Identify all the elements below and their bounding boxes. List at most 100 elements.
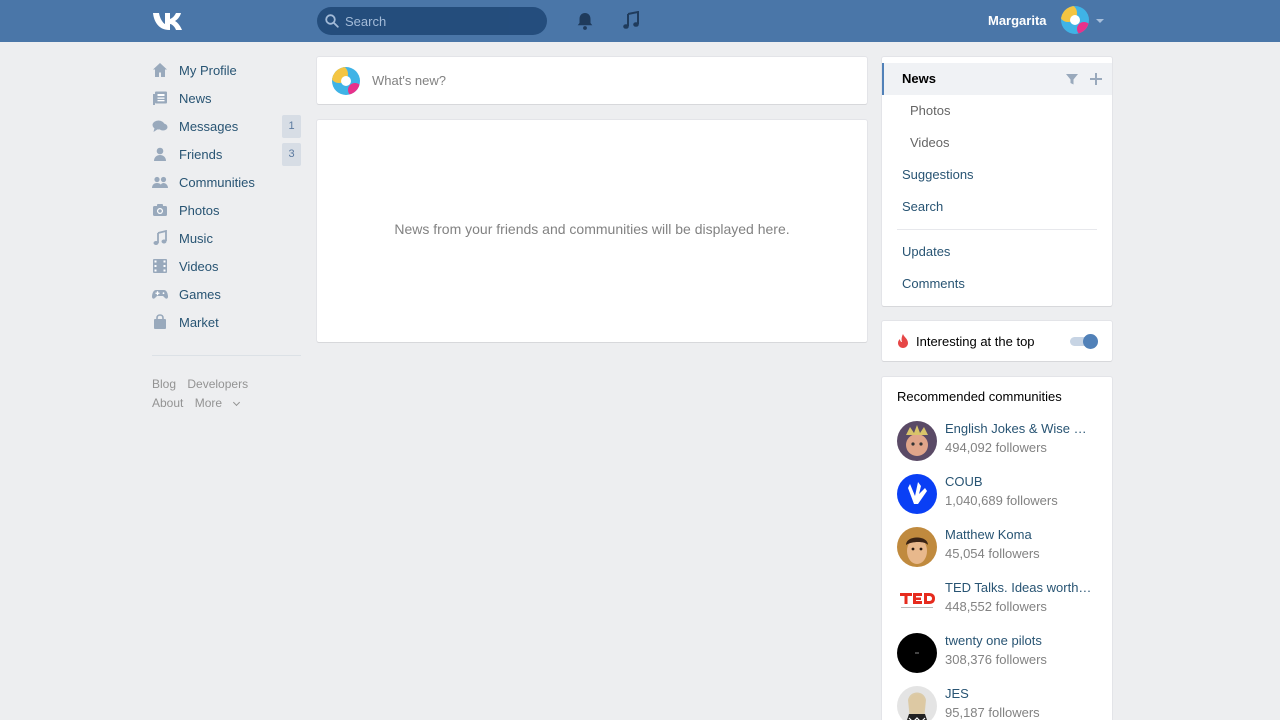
sidebar-item-music[interactable]: Music bbox=[152, 224, 302, 252]
menu-item-suggestions[interactable]: Suggestions bbox=[882, 159, 1112, 191]
bag-icon bbox=[154, 314, 166, 329]
vk-logo-icon[interactable] bbox=[152, 10, 186, 32]
community-item[interactable]: JES 95,187 followers bbox=[897, 686, 1097, 720]
fire-icon bbox=[898, 334, 908, 348]
bell-icon[interactable] bbox=[575, 11, 595, 31]
community-item[interactable]: English Jokes & Wise Quotes 494,092 foll… bbox=[897, 421, 1097, 463]
user-name: Margarita bbox=[988, 13, 1047, 28]
sidebar-item-label: News bbox=[179, 91, 212, 106]
menu-item-label: News bbox=[902, 71, 936, 86]
menu-item-photos[interactable]: Photos bbox=[882, 95, 1112, 127]
camera-icon bbox=[153, 204, 167, 216]
community-name[interactable]: TED Talks. Ideas worth spreading bbox=[945, 580, 1095, 595]
community-name[interactable]: COUB bbox=[945, 474, 1095, 489]
left-sidebar: My Profile News Messages 1 Friends 3 Com… bbox=[152, 56, 302, 336]
sidebar-item-videos[interactable]: Videos bbox=[152, 252, 302, 280]
music-note-icon[interactable] bbox=[621, 11, 641, 31]
more-link[interactable]: More bbox=[195, 396, 247, 410]
user-avatar bbox=[1061, 6, 1089, 34]
messages-count-badge: 1 bbox=[282, 115, 301, 138]
sidebar-divider bbox=[152, 355, 301, 356]
community-avatar bbox=[897, 474, 937, 514]
community-avatar bbox=[897, 686, 937, 720]
menu-item-label: Photos bbox=[910, 103, 951, 118]
community-followers: 448,552 followers bbox=[945, 599, 1047, 614]
search-icon bbox=[325, 14, 339, 28]
filter-icon[interactable] bbox=[1065, 72, 1079, 86]
sidebar-item-label: Friends bbox=[179, 147, 223, 162]
developers-link[interactable]: Developers bbox=[187, 377, 248, 391]
menu-item-updates[interactable]: Updates bbox=[882, 236, 1112, 268]
sidebar-item-photos[interactable]: Photos bbox=[152, 196, 302, 224]
top-bar: Margarita bbox=[0, 0, 1280, 42]
music-icon bbox=[153, 230, 167, 245]
community-followers: 1,040,689 followers bbox=[945, 493, 1058, 508]
community-item[interactable]: COUB 1,040,689 followers bbox=[897, 474, 1097, 516]
community-avatar bbox=[897, 580, 937, 620]
sidebar-footer-links: Blog Developers About More bbox=[152, 375, 302, 413]
avatar bbox=[332, 67, 360, 95]
composer-placeholder: What's new? bbox=[372, 73, 447, 88]
menu-item-label: Suggestions bbox=[902, 167, 974, 182]
menu-item-comments[interactable]: Comments bbox=[882, 268, 1112, 300]
menu-item-label: Videos bbox=[910, 135, 950, 150]
sidebar-item-label: Market bbox=[179, 315, 219, 330]
community-item[interactable]: Matthew Koma 45,054 followers bbox=[897, 527, 1097, 569]
menu-divider bbox=[897, 229, 1097, 230]
sidebar-item-communities[interactable]: Communities bbox=[152, 168, 302, 196]
sidebar-item-label: Communities bbox=[179, 175, 255, 190]
sidebar-item-my-profile[interactable]: My Profile bbox=[152, 56, 302, 84]
community-followers: 95,187 followers bbox=[945, 705, 1040, 720]
toggle-knob[interactable] bbox=[1083, 334, 1098, 349]
menu-item-label: Search bbox=[902, 199, 944, 214]
recommended-communities: Recommended communities English Jokes & … bbox=[882, 377, 1112, 720]
user-menu[interactable]: Margarita bbox=[988, 6, 1108, 36]
gamepad-icon bbox=[152, 290, 168, 299]
plus-icon[interactable] bbox=[1089, 72, 1103, 86]
sidebar-item-label: Messages bbox=[179, 119, 239, 134]
blog-link[interactable]: Blog bbox=[152, 377, 176, 391]
empty-feed-message: News from your friends and communities w… bbox=[394, 221, 790, 237]
sidebar-item-news[interactable]: News bbox=[152, 84, 302, 112]
home-icon bbox=[153, 63, 167, 77]
menu-item-videos[interactable]: Videos bbox=[882, 127, 1112, 159]
community-name[interactable]: English Jokes & Wise Quotes bbox=[945, 421, 1095, 436]
menu-item-label: Comments bbox=[902, 276, 965, 291]
community-followers: 494,092 followers bbox=[945, 440, 1047, 455]
sidebar-item-games[interactable]: Games bbox=[152, 280, 302, 308]
sidebar-item-label: Videos bbox=[179, 259, 219, 274]
community-avatar bbox=[897, 527, 937, 567]
sidebar-item-label: Games bbox=[179, 287, 221, 302]
more-label: More bbox=[194, 396, 223, 410]
search-input[interactable] bbox=[345, 7, 540, 35]
recommended-title: Recommended communities bbox=[897, 389, 1062, 404]
sidebar-item-label: Photos bbox=[179, 203, 220, 218]
news-filter-menu: News Photos Videos Suggestions Search Up… bbox=[882, 57, 1112, 306]
menu-item-search[interactable]: Search bbox=[882, 191, 1112, 223]
menu-item-news[interactable]: News bbox=[882, 63, 1112, 95]
chevron-down-icon bbox=[1096, 19, 1104, 23]
news-icon bbox=[153, 91, 167, 105]
interesting-label: Interesting at the top bbox=[916, 334, 1035, 349]
messages-icon bbox=[152, 120, 168, 132]
sidebar-item-label: Music bbox=[179, 231, 213, 246]
chevron-down-icon bbox=[233, 398, 241, 407]
search-box[interactable] bbox=[317, 7, 547, 35]
post-composer[interactable]: What's new? bbox=[317, 57, 867, 104]
about-link[interactable]: About bbox=[152, 396, 183, 410]
sidebar-item-friends[interactable]: Friends 3 bbox=[152, 140, 302, 168]
community-avatar bbox=[897, 633, 937, 673]
community-name[interactable]: twenty one pilots bbox=[945, 633, 1095, 648]
community-item[interactable]: twenty one pilots 308,376 followers bbox=[897, 633, 1097, 675]
sidebar-item-messages[interactable]: Messages 1 bbox=[152, 112, 302, 140]
friends-count-badge: 3 bbox=[282, 143, 301, 166]
friends-icon bbox=[154, 147, 166, 161]
community-item[interactable]: TED Talks. Ideas worth spreading 448,552… bbox=[897, 580, 1097, 622]
sidebar-item-market[interactable]: Market bbox=[152, 308, 302, 336]
community-followers: 45,054 followers bbox=[945, 546, 1040, 561]
community-name[interactable]: Matthew Koma bbox=[945, 527, 1095, 542]
community-name[interactable]: JES bbox=[945, 686, 1095, 701]
communities-icon bbox=[152, 176, 168, 188]
interesting-toggle-card: Interesting at the top bbox=[882, 321, 1112, 361]
sidebar-item-label: My Profile bbox=[179, 63, 237, 78]
